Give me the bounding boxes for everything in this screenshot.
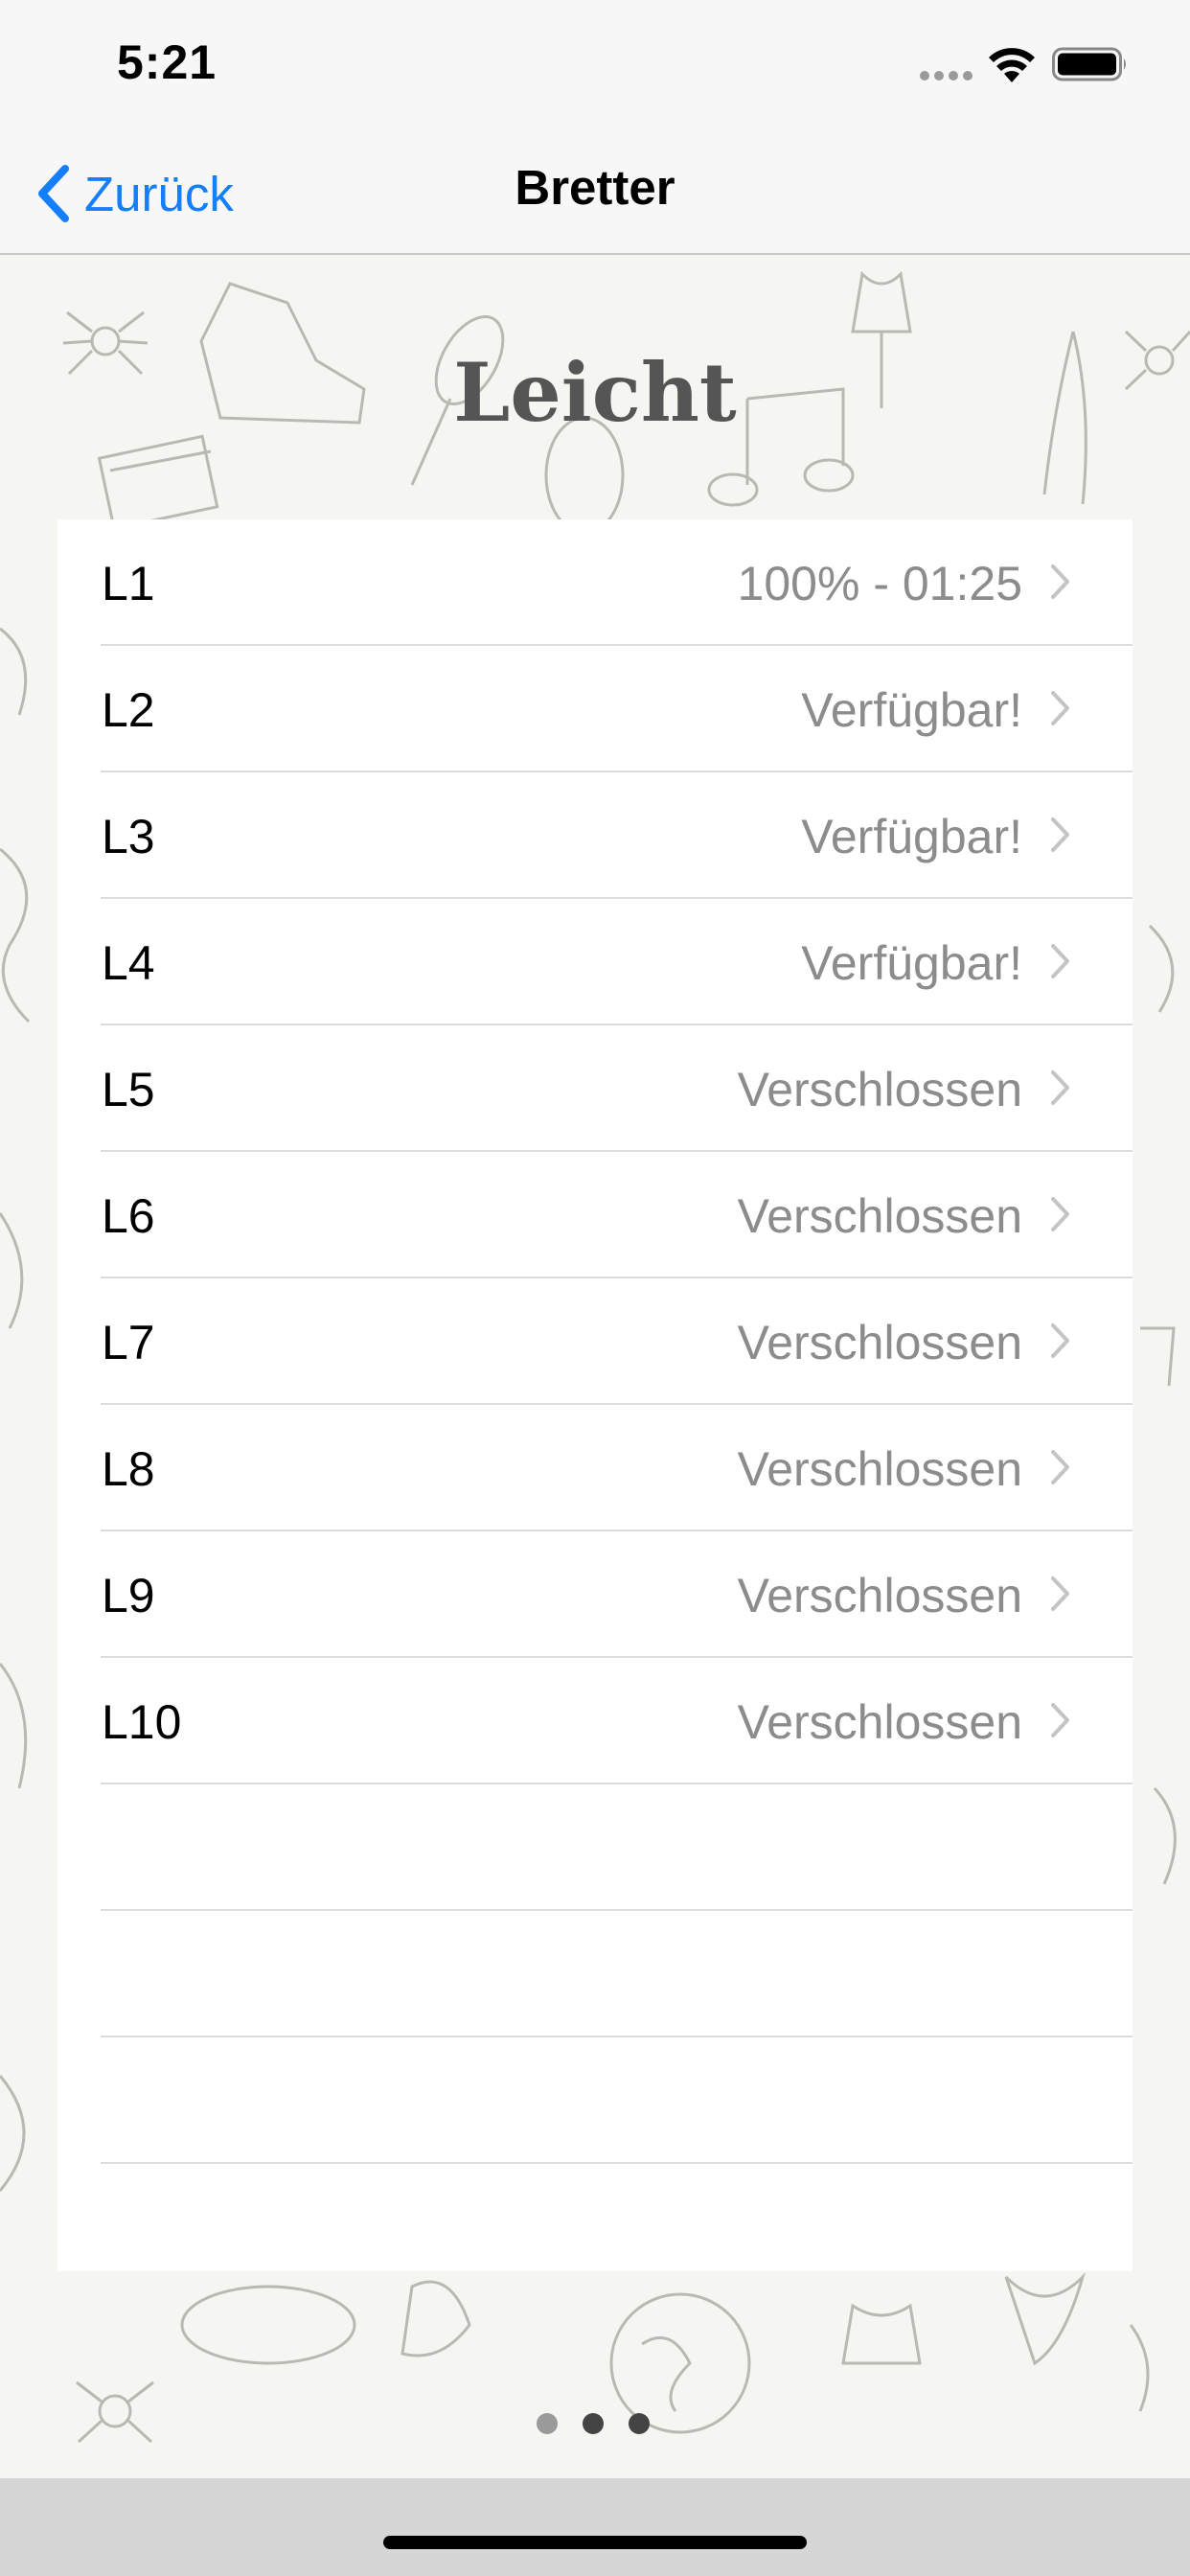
chevron-right-icon [1051,691,1069,725]
page-dot[interactable] [629,2413,650,2434]
level-status: Verschlossen [737,1695,1022,1749]
back-button[interactable]: Zurück [34,157,234,230]
back-button-label: Zurück [84,166,234,221]
chevron-right-icon [1051,944,1069,978]
level-row[interactable]: L5 Verschlossen [57,1025,1133,1152]
chevron-right-icon [1051,1323,1069,1358]
status-time: 5:21 [117,35,217,89]
level-row[interactable]: L8 Verschlossen [57,1405,1133,1531]
page-control[interactable] [537,2413,652,2434]
level-row[interactable]: L10 Verschlossen [57,1658,1133,1784]
level-label: L5 [102,1063,155,1116]
level-status: Verschlossen [737,1569,1022,1622]
level-label: L1 [102,557,155,610]
level-status: Verschlossen [737,1442,1022,1496]
chevron-left-icon [38,165,69,222]
level-row[interactable]: L1 100% - 01:25 [57,519,1133,646]
level-label: L7 [102,1316,155,1369]
level-label: L8 [102,1442,155,1496]
level-label: L9 [102,1569,155,1622]
level-row[interactable]: L4 Verfügbar! [57,899,1133,1025]
level-row[interactable]: L3 Verfügbar! [57,772,1133,899]
empty-row [57,1784,1133,1911]
cellular-signal-icon [920,71,973,80]
chevron-right-icon [1051,1450,1069,1484]
level-row[interactable]: L2 Verfügbar! [57,646,1133,772]
navigation-bar: Zurück Bretter [0,134,1190,255]
level-label: L6 [102,1189,155,1243]
level-status: 100% - 01:25 [737,557,1022,610]
level-status: Verfügbar! [801,683,1022,737]
level-label: L10 [102,1695,182,1749]
level-row[interactable]: L6 Verschlossen [57,1152,1133,1278]
chevron-right-icon [1051,817,1069,852]
levels-table: L1 100% - 01:25 L2 Verfügbar! L3 Verfügb… [57,519,1133,2271]
empty-row [57,1911,1133,2037]
row-separator [101,2162,1133,2164]
chevron-right-icon [1051,1703,1069,1737]
chevron-right-icon [1051,564,1069,599]
wifi-icon [989,48,1035,82]
chevron-right-icon [1051,1070,1069,1105]
level-row[interactable]: L7 Verschlossen [57,1278,1133,1405]
status-bar: 5:21 [0,0,1190,134]
level-status: Verschlossen [737,1189,1022,1243]
level-status: Verschlossen [737,1063,1022,1116]
page-heading: Leicht [453,345,737,440]
level-label: L4 [102,936,155,990]
level-status: Verschlossen [737,1316,1022,1369]
level-status: Verfügbar! [801,936,1022,990]
chevron-right-icon [1051,1197,1069,1231]
chevron-right-icon [1051,1576,1069,1611]
home-indicator[interactable] [383,2536,807,2549]
battery-icon [1052,47,1126,81]
page-dot[interactable] [537,2413,558,2434]
home-indicator-area [0,2478,1190,2576]
page-dot-active[interactable] [583,2413,604,2434]
level-label: L2 [102,683,155,737]
empty-row [57,2037,1133,2164]
level-label: L3 [102,810,155,863]
level-status: Verfügbar! [801,810,1022,863]
level-row[interactable]: L9 Verschlossen [57,1531,1133,1658]
